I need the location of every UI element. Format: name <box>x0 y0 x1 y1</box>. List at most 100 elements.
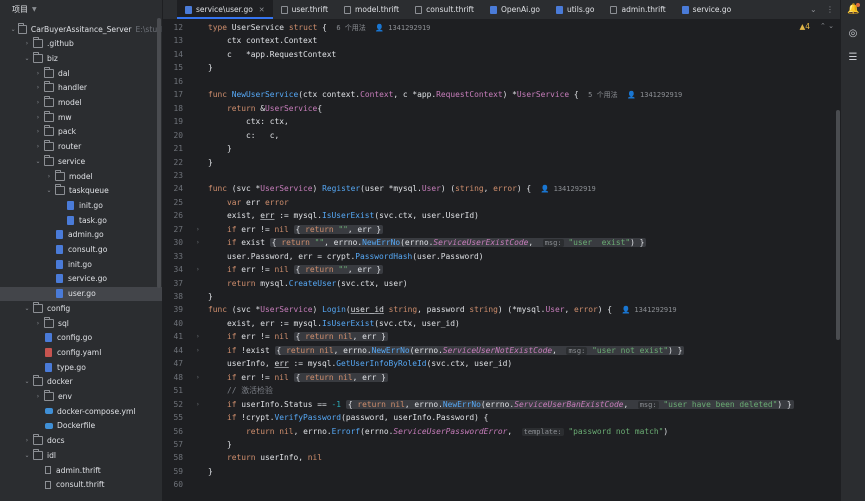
tree-item[interactable]: ⌄ idl <box>0 448 162 462</box>
sidebar-scrollbar[interactable] <box>157 18 161 288</box>
tree-item[interactable]: consult.go <box>0 243 162 257</box>
database-icon[interactable]: ☰ <box>847 52 859 64</box>
chevron-down-icon[interactable]: ⌄ <box>23 54 31 62</box>
code-line[interactable]: 41 › if err != nil { return nil, err } <box>163 330 840 344</box>
chevron-right-icon[interactable]: › <box>34 128 42 136</box>
fold-chevron-icon[interactable]: › <box>196 236 200 250</box>
tabs-overflow-chevron-icon[interactable]: ⌄ <box>810 0 817 19</box>
tree-item[interactable]: user.go <box>0 286 162 301</box>
code-line[interactable]: 26 exist, err := mysql.IsUserExist(svc.c… <box>163 209 840 223</box>
tab-utils-go[interactable]: utils.go <box>548 0 603 19</box>
code-line[interactable]: 18 return &UserService{ <box>163 102 840 116</box>
tree-item[interactable]: › router <box>0 140 162 154</box>
chevron-down-icon[interactable]: ⌄ <box>23 451 31 459</box>
code-editor[interactable]: ▲4 ⌃ ⌄ 12 type UserService struct { 6 个用法… <box>163 20 840 501</box>
tree-item[interactable]: › handler <box>0 81 162 95</box>
code-line[interactable]: 12 type UserService struct { 6 个用法 👤 1341… <box>163 21 840 35</box>
chevron-down-icon[interactable]: ⌄ <box>34 157 42 165</box>
code-line[interactable]: 19 ctx: ctx, <box>163 115 840 129</box>
code-line[interactable]: 58 return userInfo, nil <box>163 451 840 465</box>
code-line[interactable]: 17 func NewUserService(ctx context.Contex… <box>163 88 840 102</box>
fold-chevron-icon[interactable]: › <box>196 398 200 412</box>
ai-assistant-icon[interactable]: ◎ <box>847 28 859 40</box>
code-line[interactable]: 47 userInfo, err := mysql.GetUserInfoByR… <box>163 357 840 371</box>
tab-openai-go[interactable]: OpenAi.go <box>482 0 548 19</box>
chevron-down-icon[interactable]: ⌄ <box>45 187 53 195</box>
tree-item[interactable]: type.go <box>0 360 162 374</box>
code-line[interactable]: 27 › if err != nil { return "", err } <box>163 223 840 237</box>
project-header[interactable]: 项目 ▼ <box>0 0 162 18</box>
code-line[interactable]: 13 ctx context.Context <box>163 34 840 48</box>
code-line[interactable]: 56 return nil, errno.Errorf(errno.Servic… <box>163 425 840 439</box>
chevron-down-icon[interactable]: ⌄ <box>23 304 31 312</box>
code-line[interactable]: 55 if !crypt.VerifyPassword(password, us… <box>163 411 840 425</box>
code-line[interactable]: 30 › if exist { return "", errno.NewErrNo… <box>163 236 840 250</box>
fold-chevron-icon[interactable]: › <box>196 330 200 344</box>
tab-service-go[interactable]: service.go <box>674 0 740 19</box>
tree-item[interactable]: service.go <box>0 272 162 286</box>
code-line[interactable]: 21 } <box>163 142 840 156</box>
code-line[interactable]: 60 <box>163 478 840 492</box>
code-line[interactable]: 34 › if err != nil { return "", err } <box>163 263 840 277</box>
notification-bell-icon[interactable]: 🔔 <box>847 3 860 16</box>
tree-item[interactable]: ⌄ biz <box>0 51 162 65</box>
code-line[interactable]: 44 › if !exist { return nil, errno.NewErr… <box>163 344 840 358</box>
fold-chevron-icon[interactable]: › <box>196 344 200 358</box>
code-line[interactable]: 38} <box>163 290 840 304</box>
chevron-down-icon[interactable]: ▼ <box>32 6 37 13</box>
chevron-right-icon[interactable]: › <box>34 319 42 327</box>
code-line[interactable]: 40 exist, err := mysql.IsUserExist(svc.c… <box>163 317 840 331</box>
tree-item[interactable]: › dal <box>0 66 162 80</box>
fold-chevron-icon[interactable]: › <box>196 371 200 385</box>
tree-item[interactable]: › .github <box>0 37 162 51</box>
fold-chevron-icon[interactable]: › <box>196 263 200 277</box>
chevron-right-icon[interactable]: › <box>34 84 42 92</box>
tab-consult-thrift[interactable]: consult.thrift <box>407 0 482 19</box>
chevron-right-icon[interactable]: › <box>34 69 42 77</box>
chevron-right-icon[interactable]: › <box>23 437 31 445</box>
code-line[interactable]: 15} <box>163 61 840 75</box>
code-line[interactable]: 16 <box>163 75 840 89</box>
code-line[interactable]: 22} <box>163 156 840 170</box>
chevron-right-icon[interactable]: › <box>45 172 53 180</box>
code-line[interactable]: 52 › if userInfo.Status == -1 { return ni… <box>163 398 840 412</box>
tree-item[interactable]: config.yaml <box>0 345 162 359</box>
chevron-right-icon[interactable]: › <box>34 393 42 401</box>
code-line[interactable]: 51 // 激活检验 <box>163 384 840 398</box>
code-line[interactable]: 37 return mysql.CreateUser(svc.ctx, user… <box>163 277 840 291</box>
tree-item[interactable]: ⌄ docker <box>0 375 162 389</box>
code-line[interactable]: 59} <box>163 465 840 479</box>
tree-item[interactable]: init.go <box>0 198 162 212</box>
tree-item[interactable]: › model <box>0 96 162 110</box>
tab-model-thrift[interactable]: model.thrift <box>336 0 407 19</box>
more-options-icon[interactable]: ⋮ <box>826 0 834 19</box>
close-icon[interactable]: ✕ <box>259 6 265 14</box>
code-line[interactable]: 25 var err error <box>163 196 840 210</box>
chevron-down-icon[interactable]: ⌄ <box>23 378 31 386</box>
tree-item[interactable]: admin.thrift <box>0 463 162 477</box>
chevron-right-icon[interactable]: › <box>23 40 31 48</box>
tree-item[interactable]: Dockerfile <box>0 419 162 433</box>
tree-item[interactable]: › docs <box>0 434 162 448</box>
tab-service-user-go[interactable]: service\user.go ✕ <box>177 0 273 19</box>
code-line[interactable]: 48 › if err != nil { return nil, err } <box>163 371 840 385</box>
chevron-right-icon[interactable]: › <box>34 113 42 121</box>
code-line[interactable]: 14 c *app.RequestContext <box>163 48 840 62</box>
chevron-right-icon[interactable]: › <box>34 143 42 151</box>
tree-item[interactable]: › model <box>0 169 162 183</box>
tree-item[interactable]: consult.thrift <box>0 478 162 492</box>
tree-item[interactable]: › env <box>0 390 162 404</box>
tree-item[interactable]: ⌄ config <box>0 301 162 315</box>
tree-item[interactable]: docker-compose.yml <box>0 404 162 418</box>
chevron-right-icon[interactable]: › <box>34 99 42 107</box>
code-line[interactable]: 33 user.Password, err = crypt.PasswordHa… <box>163 250 840 264</box>
tree-item[interactable]: › sql <box>0 316 162 330</box>
tree-item[interactable]: config.go <box>0 331 162 345</box>
code-line[interactable]: 23 <box>163 169 840 183</box>
tree-item[interactable]: ⌄ service <box>0 154 162 168</box>
code-line[interactable]: 24 func (svc *UserService) Register(user … <box>163 182 840 196</box>
tree-item[interactable]: ⌄ CarBuyerAssitance_Server E:\stud <box>0 22 162 36</box>
tab-user-thrift[interactable]: user.thrift <box>273 0 336 19</box>
fold-chevron-icon[interactable]: › <box>196 223 200 237</box>
code-line[interactable]: 39 func (svc *UserService) Login(user_id … <box>163 303 840 317</box>
